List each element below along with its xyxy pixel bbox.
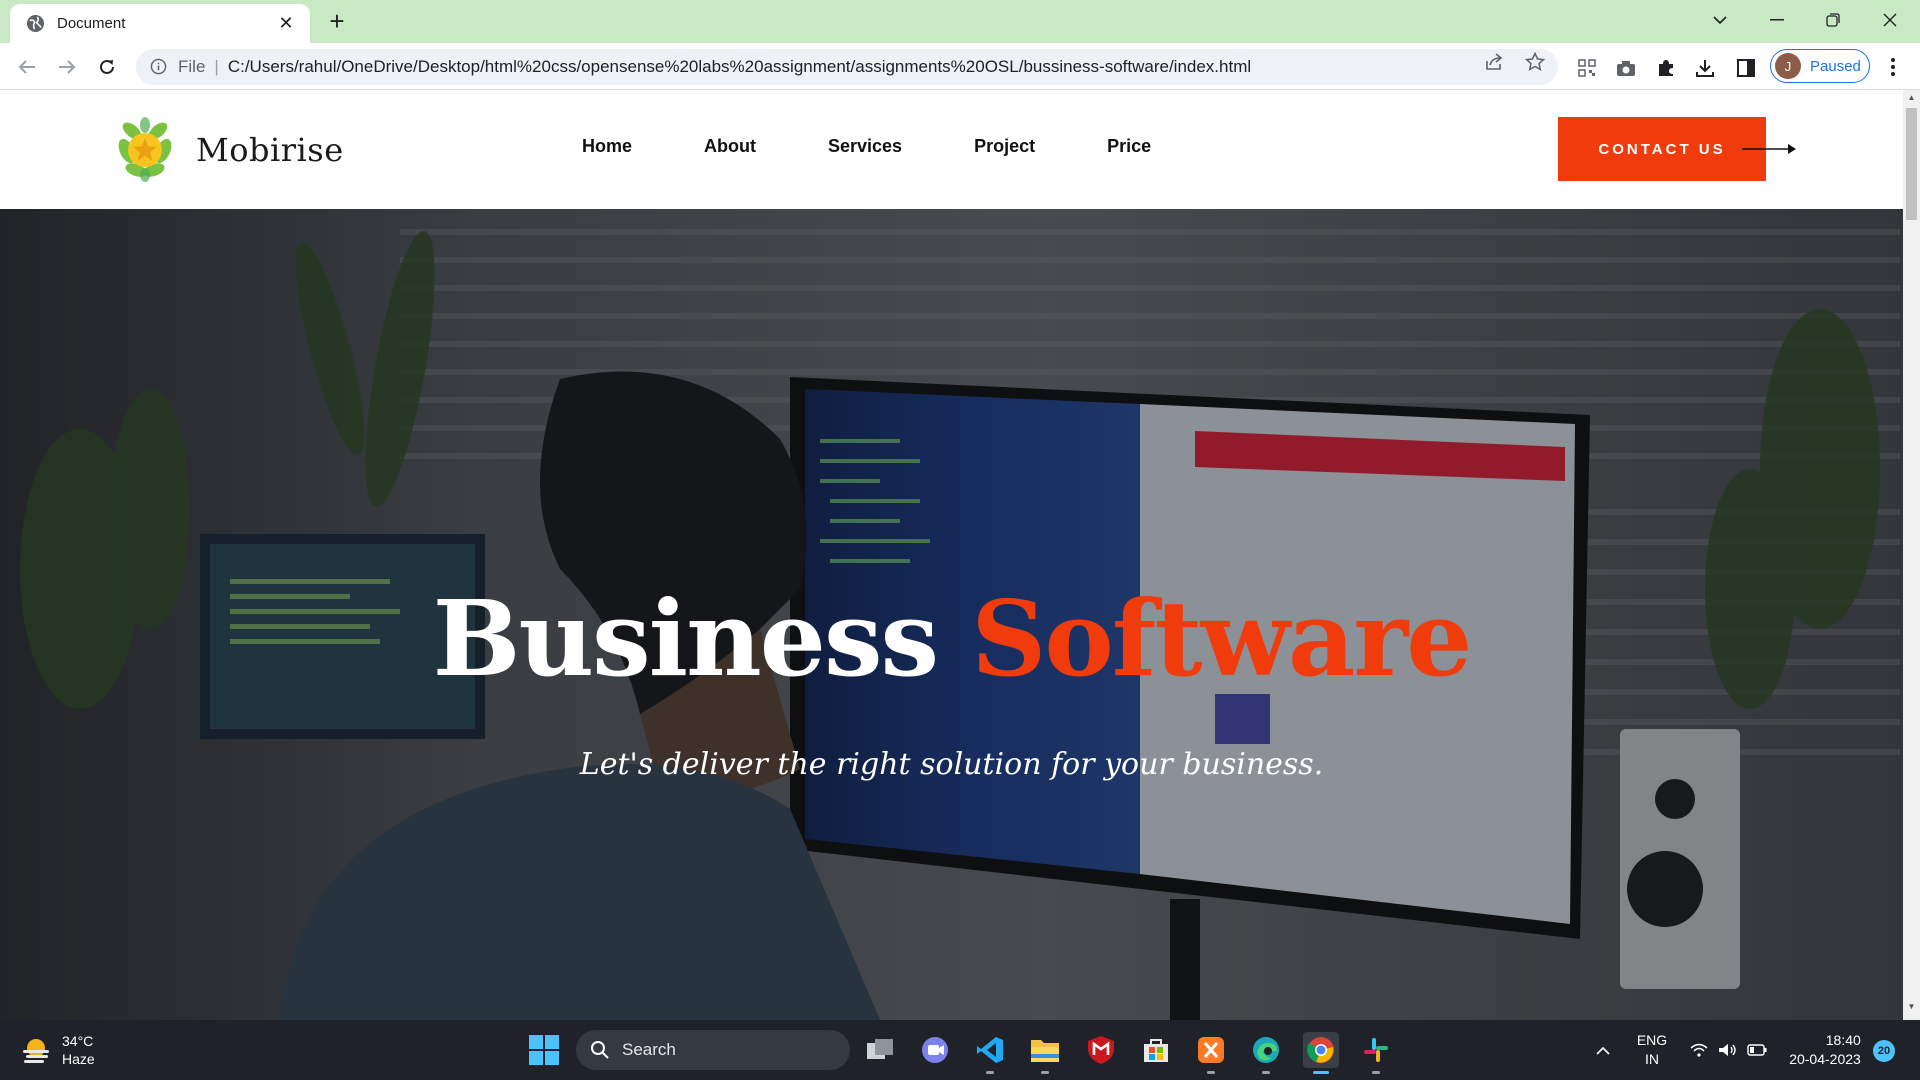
- contact-us-button[interactable]: CONTACT US: [1558, 117, 1766, 181]
- brand-name: Mobirise: [196, 131, 344, 169]
- weather-widget[interactable]: 34°C Haze: [20, 1032, 95, 1068]
- browser-toolbar: File | C:/Users/rahul/OneDrive/Desktop/h…: [0, 43, 1920, 90]
- hero-title-accent: Software: [971, 577, 1472, 700]
- tab-close-icon[interactable]: ✕: [276, 13, 296, 34]
- logo-star-wreath-icon: [118, 117, 172, 182]
- site-header: Mobirise Home About Services Project Pri…: [0, 90, 1903, 209]
- profile-status: Paused: [1810, 57, 1861, 75]
- windows-start-icon[interactable]: [528, 1034, 560, 1066]
- hero-section: Business Software Let's deliver the righ…: [0, 209, 1903, 1020]
- page-viewport: Mobirise Home About Services Project Pri…: [0, 90, 1903, 1020]
- mcafee-icon[interactable]: [1083, 1032, 1119, 1068]
- arrow-right-icon: [1742, 144, 1796, 154]
- slack-icon[interactable]: [1358, 1032, 1394, 1074]
- tab-search-chevron-icon[interactable]: [1695, 0, 1745, 40]
- reload-icon[interactable]: [93, 53, 121, 81]
- address-separator: |: [214, 57, 219, 76]
- main-nav: Home About Services Project Price: [582, 136, 1223, 157]
- profile-button[interactable]: J Paused: [1770, 49, 1870, 83]
- system-clock[interactable]: 18:40 20-04-2023: [1782, 1020, 1868, 1080]
- scrollbar-thumb[interactable]: [1906, 108, 1917, 220]
- address-protocol: File: [178, 57, 206, 76]
- nav-link-price[interactable]: Price: [1107, 136, 1151, 157]
- scroll-down-arrow-icon[interactable]: ▼: [1906, 1002, 1917, 1014]
- back-arrow-icon[interactable]: [13, 53, 41, 81]
- avatar: J: [1775, 53, 1801, 79]
- address-bar[interactable]: File | C:/Users/rahul/OneDrive/Desktop/h…: [136, 49, 1558, 85]
- camera-icon[interactable]: [1615, 57, 1637, 79]
- file-explorer-icon[interactable]: [1027, 1032, 1063, 1074]
- windows-taskbar: 34°C Haze Search ENG IN 18:40 20-04-2023…: [0, 1020, 1920, 1080]
- vscode-icon[interactable]: [972, 1032, 1008, 1074]
- nav-link-project[interactable]: Project: [974, 136, 1035, 157]
- more-options-icon[interactable]: [1882, 55, 1904, 79]
- weather-temperature: 34°C: [62, 1033, 94, 1049]
- language-indicator[interactable]: ENG IN: [1630, 1020, 1674, 1080]
- teams-chat-icon[interactable]: [917, 1032, 953, 1068]
- site-logo[interactable]: Mobirise: [112, 117, 344, 183]
- show-hidden-icons-chevron-icon[interactable]: [1588, 1020, 1618, 1080]
- forward-arrow-icon[interactable]: [53, 53, 81, 81]
- sun-haze-icon: [23, 1039, 49, 1063]
- chrome-icon[interactable]: [1303, 1032, 1339, 1074]
- nav-link-home[interactable]: Home: [582, 136, 632, 157]
- language-code: ENG: [1636, 1032, 1668, 1048]
- task-view-icon[interactable]: [862, 1032, 898, 1068]
- taskbar-search[interactable]: Search: [576, 1030, 850, 1070]
- hero-title-part1: Business: [432, 577, 939, 700]
- hero-title: Business Software: [0, 577, 1903, 700]
- clock-time: 18:40: [1825, 1032, 1861, 1048]
- battery-icon[interactable]: [1742, 1020, 1772, 1080]
- share-icon[interactable]: [1484, 52, 1504, 72]
- page-scrollbar[interactable]: ▲ ▼: [1903, 90, 1920, 1020]
- microsoft-store-icon[interactable]: [1138, 1032, 1174, 1068]
- qr-code-icon[interactable]: [1576, 57, 1598, 79]
- site-info-icon[interactable]: [150, 58, 168, 76]
- new-tab-button[interactable]: +: [323, 8, 351, 36]
- download-icon[interactable]: [1694, 57, 1716, 79]
- minimize-button[interactable]: [1752, 0, 1802, 40]
- browser-tab[interactable]: Document ✕: [10, 4, 310, 43]
- address-url[interactable]: C:/Users/rahul/OneDrive/Desktop/html%20c…: [228, 57, 1251, 77]
- extensions-puzzle-icon[interactable]: [1655, 57, 1677, 79]
- clock-date: 20-04-2023: [1789, 1051, 1861, 1067]
- search-icon: [591, 1041, 609, 1059]
- volume-icon[interactable]: [1712, 1020, 1742, 1080]
- globe-icon: [26, 14, 45, 33]
- wifi-icon[interactable]: [1684, 1020, 1714, 1080]
- weather-description: Haze: [62, 1051, 95, 1067]
- side-panel-icon[interactable]: [1735, 57, 1757, 79]
- close-window-button[interactable]: [1865, 0, 1915, 40]
- bookmark-star-icon[interactable]: [1525, 52, 1545, 72]
- hero-subtitle: Let's deliver the right solution for you…: [579, 747, 1324, 782]
- xampp-icon[interactable]: [1193, 1032, 1229, 1074]
- scroll-up-arrow-icon[interactable]: ▲: [1906, 93, 1917, 105]
- region-code: IN: [1645, 1051, 1659, 1067]
- nav-link-about[interactable]: About: [704, 136, 756, 157]
- restore-button[interactable]: [1808, 0, 1858, 40]
- browser-tab-bar: Document ✕ +: [0, 0, 1920, 43]
- notification-badge[interactable]: 20: [1873, 1040, 1895, 1062]
- search-label: Search: [622, 1040, 676, 1059]
- edge-icon[interactable]: [1248, 1032, 1284, 1074]
- tab-title: Document: [57, 15, 126, 32]
- nav-link-services[interactable]: Services: [828, 136, 902, 157]
